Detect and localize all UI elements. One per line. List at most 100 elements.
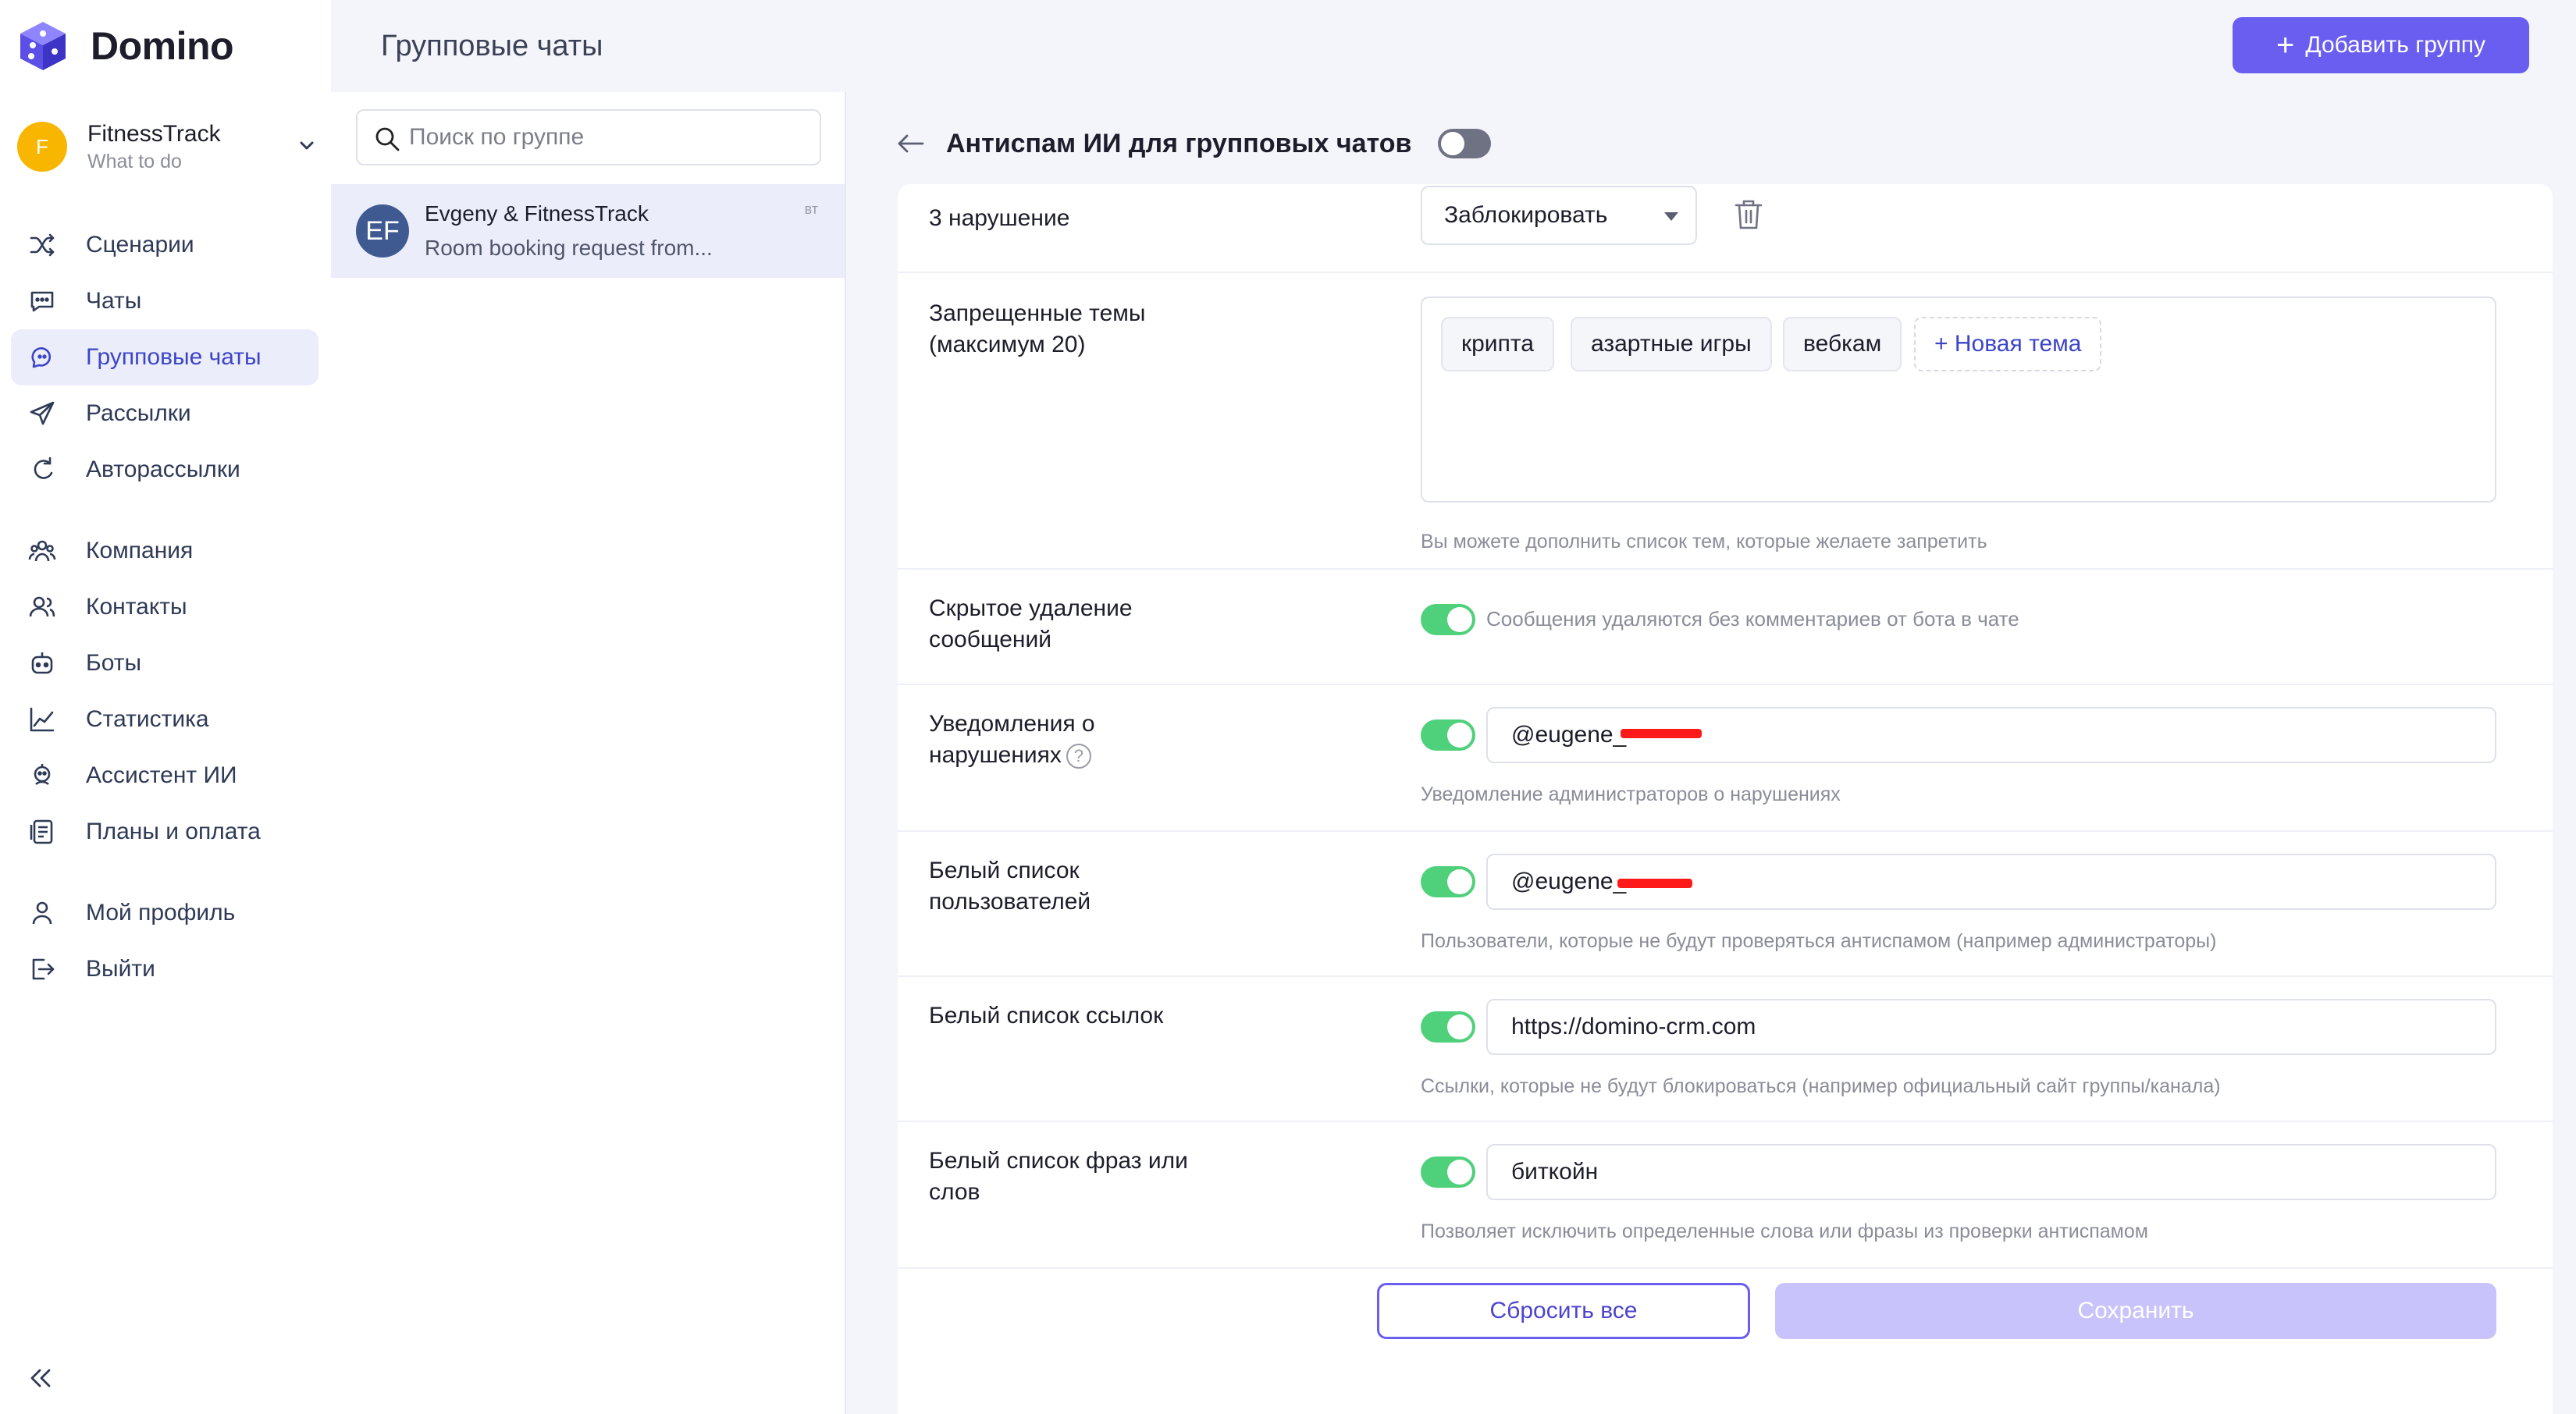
collapse-sidebar-icon[interactable] bbox=[28, 1366, 53, 1391]
whitelist-users-input[interactable]: @eugene_ bbox=[1486, 854, 2496, 910]
group-chat-list: EF Evgeny & FitnessTrack Room booking re… bbox=[331, 92, 846, 1414]
topics-hint: Вы можете дополнить список тем, которые … bbox=[1421, 531, 1987, 552]
sidebar-item-label: Выйти bbox=[86, 956, 155, 982]
panel-title: Антиспам ИИ для групповых чатов bbox=[946, 128, 1412, 158]
sidebar-item-group-chats[interactable]: Групповые чаты bbox=[11, 329, 318, 385]
sidebar-item-label: Групповые чаты bbox=[86, 344, 262, 370]
auto-send-icon bbox=[28, 456, 56, 484]
contacts-icon bbox=[28, 593, 56, 621]
sidebar-item-label: Компания bbox=[86, 538, 194, 563]
sidebar-item-label: Чаты bbox=[86, 288, 142, 314]
sidebar-item-statistics[interactable]: Статистика bbox=[11, 691, 318, 748]
hidden-delete-note: Сообщения удаляются без комментариев от … bbox=[1486, 607, 2019, 631]
hidden-delete-label: Скрытое удаление сообщений bbox=[929, 595, 1133, 652]
whitelist-words-row: Белый список фраз или слов биткойн Позво… bbox=[898, 1122, 2553, 1267]
whitelist-users-row: Белый список пользователей @eugene_ Поль… bbox=[898, 832, 2553, 977]
whitelist-links-label: Белый список ссылок bbox=[929, 1003, 1164, 1029]
panel-header: Антиспам ИИ для групповых чатов bbox=[895, 120, 1492, 167]
antispam-enable-toggle[interactable] bbox=[1438, 129, 1492, 158]
sidebar: Domino F FitnessTrack What to do Сценари… bbox=[0, 0, 331, 1414]
help-icon[interactable]: ? bbox=[1066, 744, 1091, 769]
sidebar-item-logout[interactable]: Выйти bbox=[11, 941, 318, 997]
chevron-down-icon[interactable] bbox=[298, 137, 315, 155]
search-input[interactable] bbox=[409, 124, 799, 151]
sidebar-item-company[interactable]: Компания bbox=[11, 523, 318, 579]
violation-3-action-select[interactable]: Заблокировать bbox=[1421, 186, 1697, 245]
shuffle-icon bbox=[28, 231, 56, 259]
forbidden-topics-row: Запрещенные темы (максимум 20) крипта аз… bbox=[898, 273, 2553, 570]
back-arrow-icon[interactable] bbox=[895, 128, 926, 159]
whitelist-words-input[interactable]: биткойн bbox=[1486, 1144, 2496, 1200]
sidebar-item-bots[interactable]: Боты bbox=[11, 635, 318, 691]
new-topic-button[interactable]: + Новая тема bbox=[1914, 317, 2102, 371]
topics-box[interactable]: крипта азартные игры вебкам + Новая тема bbox=[1421, 297, 2496, 503]
hidden-delete-toggle[interactable] bbox=[1421, 604, 1475, 635]
notifications-input[interactable]: @eugene_ bbox=[1486, 707, 2496, 763]
sidebar-item-mailings[interactable]: Рассылки bbox=[11, 385, 318, 442]
reset-all-button[interactable]: Сбросить все bbox=[1377, 1283, 1750, 1339]
chat-time: вт bbox=[804, 201, 818, 217]
sidebar-item-scenarios[interactable]: Сценарии bbox=[11, 217, 318, 273]
sidebar-item-label: Статистика bbox=[86, 706, 209, 732]
sidebar-item-label: Ассистент ИИ bbox=[86, 762, 237, 788]
redaction-mark bbox=[1621, 729, 1702, 738]
hidden-delete-row: Скрытое удаление сообщений Сообщения уда… bbox=[898, 570, 2553, 685]
sidebar-item-label: Авторассылки bbox=[86, 457, 240, 482]
whitelist-users-toggle[interactable] bbox=[1421, 866, 1475, 897]
whitelist-words-input-value: биткойн bbox=[1511, 1159, 1599, 1185]
whitelist-users-hint: Пользователи, которые не будут проверять… bbox=[1421, 930, 2217, 952]
chat-list-item[interactable]: EF Evgeny & FitnessTrack Room booking re… bbox=[331, 184, 845, 278]
whitelist-links-hint: Ссылки, которые не будут блокироваться (… bbox=[1421, 1075, 2221, 1097]
add-group-button[interactable]: + Добавить группу bbox=[2233, 17, 2529, 73]
sidebar-item-auto-mailings[interactable]: Авторассылки bbox=[11, 442, 318, 498]
group-chat-icon bbox=[28, 343, 56, 371]
add-group-button-label: Добавить группу bbox=[2305, 32, 2486, 58]
plus-icon: + bbox=[2275, 28, 2295, 62]
nav-user: Мой профиль Выйти bbox=[11, 885, 318, 997]
violation-3-label: 3 нарушение bbox=[929, 205, 1070, 231]
account-name: FitnessTrack bbox=[87, 120, 221, 147]
sidebar-item-label: Контакты bbox=[86, 594, 187, 620]
send-icon bbox=[28, 400, 56, 428]
sidebar-item-label: Боты bbox=[86, 650, 142, 676]
sidebar-item-profile[interactable]: Мой профиль bbox=[11, 885, 318, 941]
trash-icon[interactable] bbox=[1733, 198, 1764, 231]
notifications-row: Уведомления о нарушениях? @eugene_ Уведо… bbox=[898, 685, 2553, 832]
ai-assistant-icon bbox=[28, 762, 56, 790]
notifications-input-value: @eugene_ bbox=[1511, 722, 1627, 748]
domino-logo-icon bbox=[20, 22, 66, 70]
antispam-settings-panel: Антиспам ИИ для групповых чатов 3 наруше… bbox=[848, 92, 2576, 1414]
whitelist-words-toggle[interactable] bbox=[1421, 1156, 1475, 1188]
logo[interactable]: Domino bbox=[16, 19, 234, 73]
account-switcher[interactable]: F FitnessTrack What to do bbox=[17, 115, 322, 178]
redaction-mark bbox=[1617, 879, 1692, 888]
topic-tag[interactable]: азартные игры bbox=[1571, 317, 1772, 371]
violation-3-row: 3 нарушение Заблокировать bbox=[898, 184, 2553, 273]
sidebar-item-chats[interactable]: Чаты bbox=[11, 273, 318, 329]
logout-icon bbox=[28, 955, 56, 983]
sidebar-item-ai-assistant[interactable]: Ассистент ИИ bbox=[11, 748, 318, 804]
search-icon bbox=[375, 127, 400, 151]
save-button[interactable]: Сохранить bbox=[1775, 1283, 2496, 1339]
sidebar-item-billing[interactable]: Планы и оплата bbox=[11, 804, 318, 860]
topic-tag[interactable]: крипта bbox=[1441, 317, 1554, 371]
whitelist-links-input[interactable]: https://domino-crm.com bbox=[1486, 999, 2496, 1055]
violation-3-action-value: Заблокировать bbox=[1444, 202, 1608, 228]
bot-icon bbox=[28, 649, 56, 677]
whitelist-links-toggle[interactable] bbox=[1421, 1011, 1475, 1043]
search-box bbox=[356, 109, 821, 165]
sidebar-item-label: Сценарии bbox=[86, 232, 194, 258]
whitelist-users-label: Белый список пользователей bbox=[929, 858, 1091, 915]
whitelist-links-input-value: https://domino-crm.com bbox=[1511, 1014, 1756, 1039]
settings-card: 3 нарушение Заблокировать Запрещенные те… bbox=[898, 184, 2553, 1414]
whitelist-words-label: Белый список фраз или слов bbox=[929, 1148, 1188, 1205]
chat-preview: Room booking request from... bbox=[425, 236, 713, 260]
notifications-hint: Уведомление администраторов о нарушениях bbox=[1421, 783, 1841, 805]
chat-avatar: EF bbox=[356, 204, 409, 258]
notifications-toggle[interactable] bbox=[1421, 719, 1475, 751]
sidebar-item-contacts[interactable]: Контакты bbox=[11, 579, 318, 635]
sidebar-item-label: Мой профиль bbox=[86, 900, 236, 925]
topic-tag[interactable]: вебкам bbox=[1783, 317, 1902, 371]
account-avatar: F bbox=[17, 122, 67, 172]
chat-bubble-icon bbox=[28, 287, 56, 315]
